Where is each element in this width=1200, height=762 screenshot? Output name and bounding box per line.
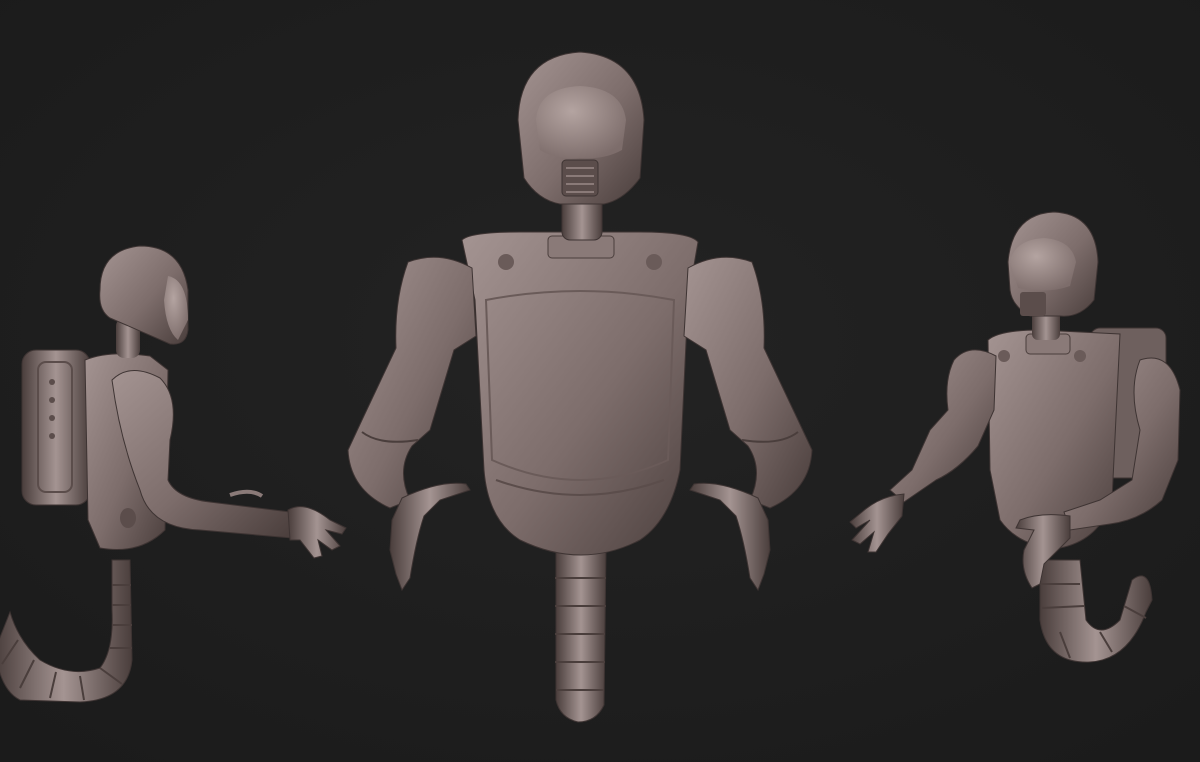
visor-three-quarter <box>1010 238 1076 291</box>
torso-front <box>461 231 699 556</box>
backpack <box>21 349 91 506</box>
hose-front <box>555 549 607 723</box>
render-viewport <box>0 0 1200 762</box>
sculpt-render <box>0 0 1200 762</box>
visor-front <box>536 86 626 159</box>
